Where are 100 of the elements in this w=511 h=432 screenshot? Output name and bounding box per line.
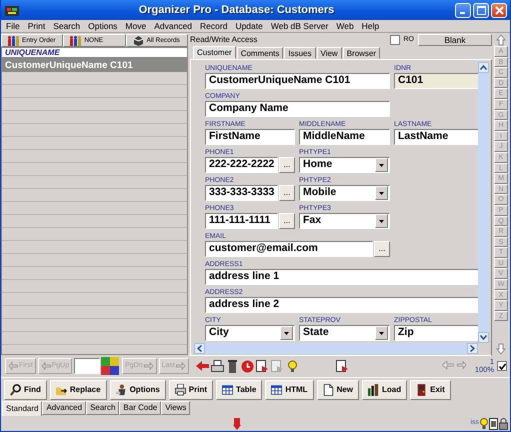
menu-item[interactable]: Update — [231, 20, 267, 32]
record-input[interactable] — [74, 358, 100, 374]
dropdown[interactable]: City — [205, 325, 295, 341]
tab[interactable]: Customer — [193, 46, 236, 59]
text-field[interactable]: 222-222-2222 — [205, 157, 278, 173]
menu-item[interactable]: Web — [332, 20, 358, 32]
caret-icon — [378, 162, 385, 168]
readonly-field: C101 — [394, 73, 478, 89]
caret-icon — [378, 330, 385, 336]
horizontal-scrollbar[interactable] — [194, 343, 478, 354]
record-icon — [256, 360, 269, 372]
menu-item[interactable]: Advanced — [150, 20, 196, 32]
toolbar-button[interactable]: HTML — [265, 380, 314, 400]
menu-item[interactable]: Web dB Server — [266, 20, 332, 32]
menu-item[interactable]: Options — [84, 20, 122, 32]
table-icon — [271, 384, 282, 396]
lookup-button[interactable]: ... — [279, 157, 295, 173]
column-header[interactable]: UNIQUENAME — [1, 47, 188, 58]
tab[interactable]: View — [316, 47, 342, 59]
toolbar-button[interactable] — [334, 358, 350, 374]
toolbar-button[interactable]: Replace — [50, 380, 107, 400]
printer-icon — [210, 360, 224, 372]
text-field[interactable]: address line 1 — [205, 269, 478, 285]
blank-button[interactable]: Blank — [418, 34, 492, 46]
toolbar-button[interactable]: Table — [216, 380, 262, 400]
toolbar-button[interactable] — [240, 358, 255, 374]
lookup-button[interactable]: ... — [279, 185, 295, 201]
toolbar-button[interactable] — [254, 358, 270, 374]
hand-icon — [176, 362, 186, 370]
text-field[interactable]: MiddleName — [299, 129, 390, 145]
arrow-left-icon — [197, 345, 202, 352]
toolbar-button[interactable]: New — [316, 380, 360, 400]
arrow-up-icon — [480, 65, 487, 70]
toolbar-button[interactable]: Find — [4, 380, 47, 400]
tab[interactable]: Issues — [284, 47, 316, 59]
arrow-up-icon — [496, 34, 506, 46]
close-button[interactable] — [491, 2, 507, 18]
minimize-button[interactable] — [455, 2, 471, 18]
toolbar-button[interactable]: Exit — [410, 380, 451, 400]
text-field[interactable]: Company Name — [205, 101, 390, 117]
arrow-down-icon — [480, 335, 487, 340]
lookup-button[interactable]: ... — [374, 241, 390, 257]
toolbar-button[interactable] — [210, 358, 225, 374]
lightbulb-icon — [479, 418, 489, 430]
toolbar-button[interactable]: Load — [362, 380, 408, 400]
toolbar-button[interactable]: Options — [110, 380, 166, 400]
caret-icon — [378, 190, 385, 196]
record-icon — [270, 360, 284, 372]
tab[interactable]: Advanced — [42, 401, 86, 415]
lookup-button[interactable]: ... — [279, 213, 295, 229]
maximize-icon — [476, 6, 486, 15]
hand-icon — [8, 362, 18, 370]
text-field[interactable]: LastName — [394, 129, 478, 145]
menu-item[interactable]: Print — [24, 20, 50, 32]
arrow-down-icon — [496, 343, 506, 355]
hand-icon — [40, 362, 51, 370]
tab[interactable]: Comments — [236, 47, 284, 59]
maximize-button[interactable] — [473, 2, 489, 18]
people-icon — [70, 36, 82, 46]
text-field[interactable]: 333-333-3333 — [205, 185, 278, 201]
vertical-scrollbar[interactable] — [478, 62, 489, 343]
ro-checkbox[interactable] — [390, 35, 400, 45]
tab[interactable]: Search — [86, 401, 120, 415]
books-icon — [368, 384, 380, 396]
tab[interactable]: Standard — [2, 401, 42, 416]
people-icon — [8, 36, 19, 46]
menu-item[interactable]: Help — [358, 20, 384, 32]
search-icon — [10, 384, 21, 396]
dropdown[interactable]: Fax — [299, 213, 390, 229]
arrow-right-icon — [470, 345, 475, 352]
tab[interactable]: Browser — [342, 47, 380, 59]
caret-icon — [378, 218, 385, 224]
lock-icon — [499, 418, 508, 430]
door-icon — [416, 384, 428, 396]
sync-checkbox[interactable] — [497, 361, 507, 371]
trash-icon — [226, 360, 239, 372]
arrow-icon — [196, 360, 209, 372]
text-field[interactable]: CustomerUniqueName C101 — [205, 73, 390, 89]
caret-icon — [283, 330, 290, 336]
toolbar-button[interactable]: Print — [168, 380, 214, 400]
text-field[interactable]: 111-111-1111 — [205, 213, 278, 229]
text-field[interactable]: customer@email.com — [205, 241, 373, 257]
menu-item[interactable]: Search — [49, 20, 84, 32]
menu-item[interactable]: Move — [121, 20, 150, 32]
text-field[interactable]: Zip — [394, 325, 478, 341]
dropdown[interactable]: Mobile — [299, 185, 390, 201]
table-icon — [222, 384, 234, 396]
tab[interactable]: Bar Code — [119, 401, 162, 415]
menu-item[interactable]: Record — [196, 20, 232, 32]
cube-icon — [132, 36, 144, 46]
access-label: Read/Write Access — [190, 34, 258, 46]
text-field[interactable]: FirstName — [205, 129, 295, 145]
window-title: Organizer Pro - Database: Customers — [138, 2, 336, 18]
text-field[interactable]: address line 2 — [205, 297, 478, 313]
lightbulb-icon — [286, 360, 299, 372]
dropdown[interactable]: State — [299, 325, 390, 341]
menu-item[interactable]: File — [2, 20, 24, 32]
dropdown[interactable]: Home — [299, 157, 390, 173]
hand-icon — [144, 362, 154, 370]
tab[interactable]: Views — [161, 401, 190, 415]
